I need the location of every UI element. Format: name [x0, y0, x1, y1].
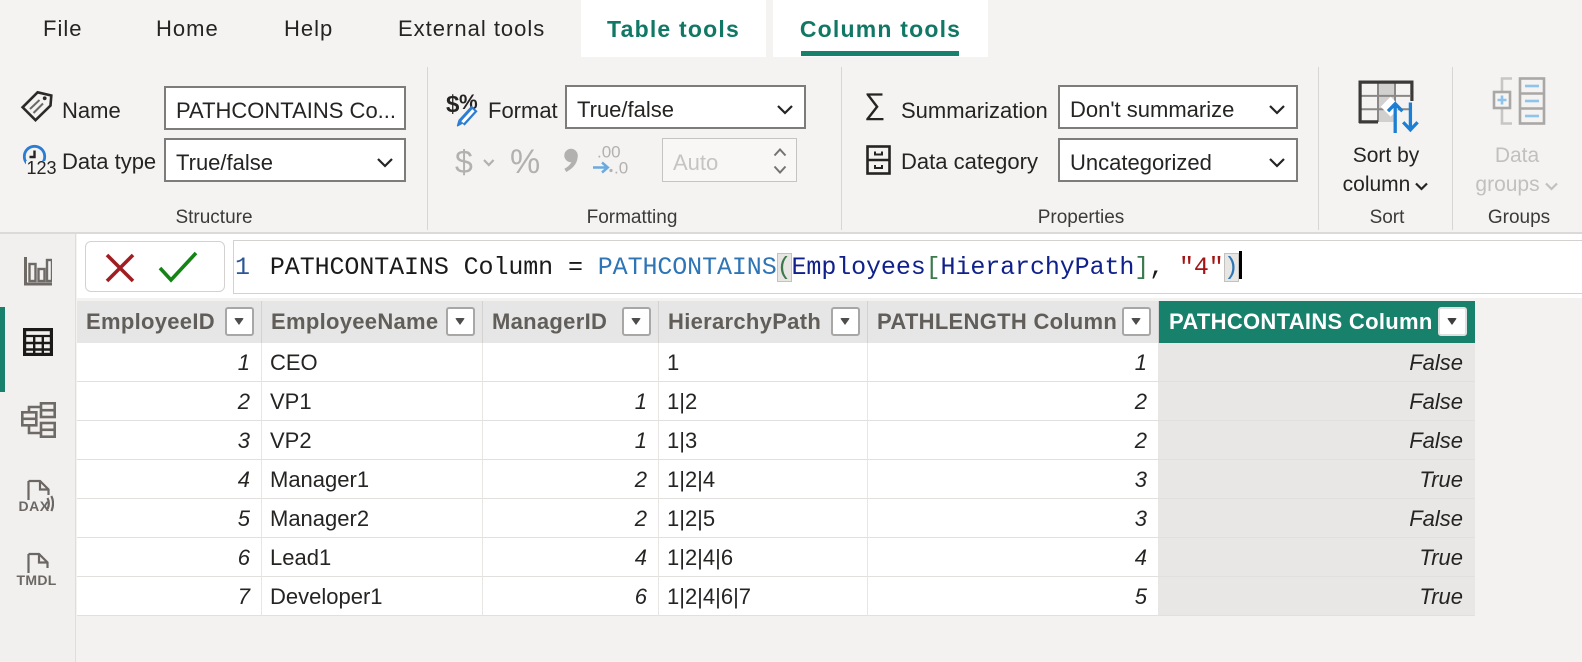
svg-text:DAX: DAX — [19, 498, 50, 514]
svg-text:.0: .0 — [614, 159, 628, 178]
svg-text:123: 123 — [27, 158, 57, 178]
svg-text:$: $ — [455, 144, 473, 180]
svg-text:TMDL: TMDL — [17, 572, 57, 588]
svg-text:%: % — [510, 143, 540, 181]
svg-text:$: $ — [446, 91, 460, 118]
